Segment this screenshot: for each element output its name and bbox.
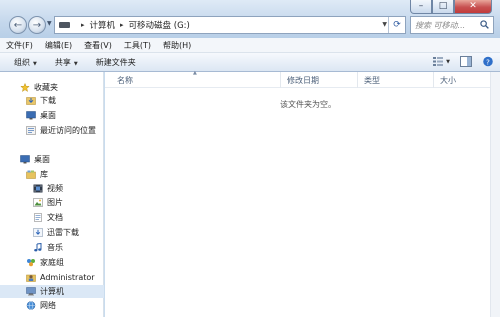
- back-button[interactable]: ←: [9, 16, 27, 34]
- computer-icon: [26, 287, 36, 296]
- sidebar-item-label: 桌面: [40, 111, 56, 120]
- close-button[interactable]: ✕: [454, 0, 492, 14]
- search-icon[interactable]: [480, 20, 489, 29]
- sidebar-item-label: 视频: [47, 184, 63, 193]
- sidebar-item-favorites[interactable]: 收藏夹: [0, 81, 104, 94]
- breadcrumb-computer[interactable]: 计算机: [90, 19, 116, 31]
- sidebar-item-videos[interactable]: 视频: [0, 182, 104, 195]
- refresh-button[interactable]: ⟳: [388, 17, 405, 33]
- drive-icon: [59, 22, 70, 28]
- menu-tools[interactable]: 工具(T): [124, 40, 151, 51]
- sidebar-item-administrator[interactable]: Administrator: [0, 271, 104, 284]
- desktop-icon: [20, 155, 30, 164]
- sidebar-item-label: 桌面: [34, 155, 50, 164]
- download-folder-icon: [26, 97, 36, 105]
- menu-file[interactable]: 文件(F): [6, 40, 33, 51]
- empty-folder-message: 该文件夹为空。: [280, 100, 336, 109]
- window-controls: – □ ✕: [410, 0, 492, 14]
- recent-pages-dropdown[interactable]: ▼: [47, 20, 52, 27]
- column-header-label: 修改日期: [287, 75, 319, 85]
- sidebar-item-label: 音乐: [47, 243, 63, 252]
- menu-help[interactable]: 帮助(H): [163, 40, 191, 51]
- change-view-icon[interactable]: [432, 56, 444, 67]
- new-folder-button[interactable]: 新建文件夹: [96, 57, 136, 68]
- chevron-down-icon: ▼: [73, 60, 78, 67]
- sidebar-item-thunder-downloads[interactable]: 迅雷下载: [0, 226, 104, 239]
- command-bar: 组织 ▼ 共享 ▼ 新建文件夹 ▼ ?: [0, 53, 500, 72]
- sidebar-item-label: 图片: [47, 198, 63, 207]
- music-icon: [34, 243, 42, 252]
- sidebar-item-label: 库: [40, 170, 48, 179]
- homegroup-icon: [27, 259, 35, 267]
- column-header-size[interactable]: 大小: [433, 72, 490, 88]
- sidebar-item-label: 迅雷下载: [47, 228, 79, 237]
- breadcrumb-separator-icon: ▸: [81, 21, 85, 29]
- minimize-button[interactable]: –: [410, 0, 432, 14]
- view-controls: ▼ ?: [422, 56, 494, 67]
- chevron-down-icon: ▼: [33, 60, 37, 67]
- desktop-icon: [26, 111, 36, 120]
- thunder-download-icon: [33, 228, 43, 237]
- sidebar-item-homegroup[interactable]: 家庭组: [0, 256, 104, 269]
- sidebar-item-label: 下载: [40, 96, 56, 105]
- column-header-label: 名称: [117, 75, 133, 85]
- preview-pane-icon[interactable]: [460, 56, 472, 67]
- help-icon[interactable]: ?: [482, 56, 494, 67]
- view-dropdown-icon[interactable]: ▼: [446, 59, 450, 65]
- recent-places-icon: [26, 126, 36, 135]
- address-dropdown-icon[interactable]: ▼: [382, 21, 387, 28]
- sidebar-item-network[interactable]: 网络: [0, 299, 104, 312]
- forward-button[interactable]: →: [28, 16, 46, 34]
- file-list[interactable]: ▲ 名称 修改日期 类型 大小 该文件夹为空。: [105, 70, 500, 317]
- sidebar-item-label: 收藏夹: [34, 83, 58, 92]
- sidebar-item-label: 最近访问的位置: [40, 126, 96, 135]
- sidebar-item-label: Administrator: [40, 273, 95, 282]
- menu-bar: 文件(F) 编辑(E) 查看(V) 工具(T) 帮助(H): [0, 38, 500, 53]
- column-header-type[interactable]: 类型: [357, 72, 433, 88]
- column-header-label: 类型: [364, 75, 380, 85]
- pictures-icon: [33, 198, 43, 207]
- title-bar: – □ ✕ ← → ▼ ▸ 计算机 ▸ 可移动磁盘 (G:) ▼ ⟳: [0, 0, 500, 38]
- sidebar-item-desktop-root[interactable]: 桌面: [0, 153, 104, 166]
- search-input[interactable]: [415, 20, 479, 30]
- sidebar-item-pictures[interactable]: 图片: [0, 196, 104, 209]
- sidebar-item-label: 文档: [47, 213, 63, 222]
- sidebar-item-documents[interactable]: 文档: [0, 211, 104, 224]
- sidebar-item-label: 家庭组: [40, 258, 64, 267]
- svg-text:?: ?: [486, 57, 490, 66]
- sidebar-item-label: 计算机: [40, 287, 64, 296]
- sidebar-item-label: 网络: [40, 301, 56, 310]
- documents-icon: [34, 213, 42, 222]
- share-label: 共享: [54, 57, 71, 67]
- sidebar-item-downloads[interactable]: 下载: [0, 94, 104, 107]
- navigation-pane: 收藏夹 下载 桌面 最近访问的位置 桌面 库 视频 图片 文档 迅雷下载 音乐: [0, 72, 104, 317]
- video-icon: [33, 184, 43, 193]
- column-header-row: ▲ 名称 修改日期 类型 大小: [105, 70, 500, 88]
- sidebar-item-libraries[interactable]: 库: [0, 168, 104, 181]
- sidebar-item-music[interactable]: 音乐: [0, 241, 104, 254]
- vertical-scrollbar[interactable]: [490, 72, 500, 317]
- address-bar[interactable]: ▸ 计算机 ▸ 可移动磁盘 (G:) ▼ ⟳: [54, 16, 406, 34]
- library-icon: [26, 170, 36, 179]
- breadcrumb-removable-disk[interactable]: 可移动磁盘 (G:): [129, 19, 190, 31]
- organize-button[interactable]: 组织 ▼: [14, 57, 37, 68]
- maximize-button[interactable]: □: [432, 0, 454, 14]
- column-header-label: 大小: [440, 75, 456, 85]
- search-box[interactable]: [410, 16, 494, 34]
- sidebar-item-computer[interactable]: 计算机: [0, 285, 104, 298]
- sidebar-item-recent-places[interactable]: 最近访问的位置: [0, 124, 104, 137]
- breadcrumb-separator-icon: ▸: [120, 21, 124, 29]
- organize-label: 组织: [14, 57, 30, 67]
- menu-view[interactable]: 查看(V): [84, 40, 112, 51]
- star-icon: [20, 83, 30, 92]
- network-icon: [26, 301, 36, 310]
- column-header-name[interactable]: 名称: [105, 72, 280, 88]
- user-icon: [26, 274, 36, 282]
- sidebar-item-desktop[interactable]: 桌面: [0, 109, 104, 122]
- menu-edit[interactable]: 编辑(E): [45, 40, 72, 51]
- share-button[interactable]: 共享 ▼: [55, 57, 78, 68]
- column-header-date-modified[interactable]: 修改日期: [280, 72, 357, 88]
